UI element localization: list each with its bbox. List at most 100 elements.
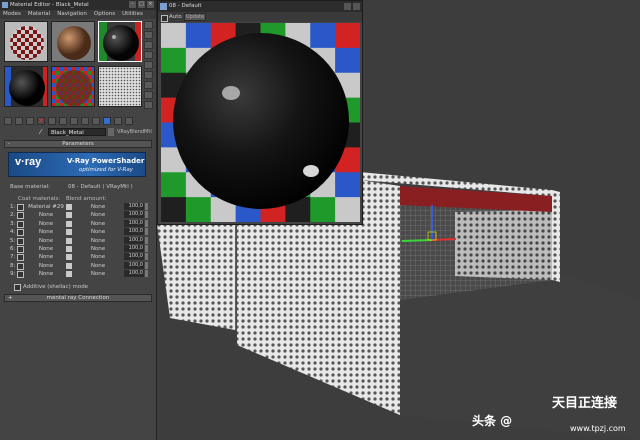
show-end-result-button[interactable] [103, 117, 111, 125]
auto-update-checkbox[interactable] [161, 15, 168, 22]
go-to-parent-button[interactable] [114, 117, 122, 125]
blend-amount-field[interactable]: 100,0 [124, 253, 144, 261]
maximize-button[interactable]: □ [138, 1, 145, 8]
blend-amount-spinner[interactable] [145, 236, 148, 244]
coat-material-button[interactable]: None [24, 262, 68, 270]
pick-material-eyedropper-icon[interactable]: ⁄ [40, 128, 46, 136]
coat-enable-checkbox[interactable] [17, 262, 24, 270]
coat-material-button[interactable]: None [24, 220, 68, 228]
blend-amount-field[interactable]: 100,0 [124, 211, 144, 219]
sample-type-button[interactable] [144, 21, 153, 29]
mental-ray-rollout-header[interactable]: + mental ray Connection [4, 294, 152, 302]
blend-amount-field[interactable]: 100,0 [124, 203, 144, 210]
blend-map-button[interactable]: None [76, 245, 120, 253]
blend-amount-spinner[interactable] [145, 228, 148, 236]
select-by-material-button[interactable] [144, 91, 153, 99]
options-button[interactable] [144, 81, 153, 89]
base-material-button[interactable]: 08 - Default ( VRayMtl ) [68, 183, 133, 191]
menu-options[interactable]: Options [94, 10, 115, 19]
material-editor-titlebar[interactable]: Material Editor - Black_Metal – □ × [0, 0, 156, 10]
blend-color-swatch[interactable] [66, 229, 72, 236]
coat-enable-checkbox[interactable] [17, 254, 24, 262]
sample-slot-2[interactable] [51, 21, 95, 62]
coat-enable-checkbox[interactable] [17, 212, 24, 220]
blend-color-swatch[interactable] [66, 271, 72, 278]
blend-amount-field[interactable]: 100,0 [124, 244, 144, 252]
reset-map-button[interactable]: ✕ [37, 117, 45, 125]
blend-amount-spinner[interactable] [145, 203, 148, 210]
blend-map-button[interactable]: None [76, 237, 120, 245]
blend-map-button[interactable]: None [76, 270, 120, 278]
copy-material-button[interactable] [48, 117, 56, 125]
blend-amount-field[interactable]: 100,0 [124, 228, 144, 236]
blend-color-swatch[interactable] [66, 245, 72, 252]
blend-color-swatch[interactable] [66, 220, 72, 227]
make-preview-button[interactable] [144, 71, 153, 79]
blend-map-button[interactable]: None [76, 228, 120, 236]
material-id-button[interactable] [81, 117, 89, 125]
sample-slot-1[interactable] [4, 21, 48, 62]
backlight-button[interactable] [144, 31, 153, 39]
preview-minimize-button[interactable] [344, 3, 351, 10]
coat-material-button[interactable]: None [24, 211, 68, 219]
preview-close-button[interactable] [353, 3, 360, 10]
sample-slot-5[interactable] [51, 65, 95, 107]
blend-map-button[interactable]: None [76, 253, 120, 261]
material-name-input[interactable]: Black_Metal [48, 128, 106, 136]
blend-color-swatch[interactable] [66, 237, 72, 244]
blend-map-button[interactable]: None [76, 220, 120, 228]
coat-material-button[interactable]: None [24, 270, 68, 278]
coat-material-button[interactable]: Material #29 [24, 203, 68, 211]
show-map-in-viewport-button[interactable] [92, 117, 100, 125]
assign-to-selection-button[interactable] [26, 117, 34, 125]
coat-enable-checkbox[interactable] [17, 229, 24, 237]
minimize-button[interactable]: – [129, 1, 136, 8]
preview-titlebar[interactable]: 08 - Default [158, 1, 362, 12]
blend-amount-spinner[interactable] [145, 244, 148, 252]
material-type-button[interactable]: VRayBlendMtl [117, 128, 152, 136]
close-button[interactable]: × [147, 1, 154, 8]
coat-material-button[interactable]: None [24, 245, 68, 253]
blend-amount-field[interactable]: 100,0 [124, 270, 144, 278]
blend-map-button[interactable]: None [76, 203, 120, 211]
coat-material-button[interactable]: None [24, 253, 68, 261]
material-navigator-button[interactable] [144, 101, 153, 109]
coat-enable-checkbox[interactable] [17, 204, 24, 211]
blend-color-swatch[interactable] [66, 254, 72, 261]
sample-slot-4[interactable] [4, 65, 48, 107]
video-check-button[interactable] [144, 61, 153, 69]
blend-amount-field[interactable]: 100,0 [124, 261, 144, 269]
blend-color-swatch[interactable] [66, 204, 72, 210]
blend-amount-spinner[interactable] [145, 270, 148, 278]
menu-navigation[interactable]: Navigation [57, 10, 87, 19]
coat-enable-checkbox[interactable] [17, 271, 24, 279]
sample-slot-3-active[interactable] [98, 21, 142, 62]
blend-amount-spinner[interactable] [145, 211, 148, 219]
additive-mode-checkbox[interactable] [14, 284, 21, 291]
coat-material-button[interactable]: None [24, 228, 68, 236]
sample-uv-button[interactable] [144, 51, 153, 59]
coat-material-button[interactable]: None [24, 237, 68, 245]
sample-slot-6[interactable] [98, 65, 142, 107]
blend-amount-field[interactable]: 100,0 [124, 236, 144, 244]
blend-amount-spinner[interactable] [145, 261, 148, 269]
menu-material[interactable]: Material [28, 10, 50, 19]
coat-enable-checkbox[interactable] [17, 237, 24, 245]
blend-amount-field[interactable]: 100,0 [124, 219, 144, 227]
parameters-rollout-header[interactable]: - Parameters [4, 140, 152, 148]
coat-enable-checkbox[interactable] [17, 220, 24, 228]
put-to-library-button[interactable] [70, 117, 78, 125]
get-material-button[interactable] [4, 117, 12, 125]
update-button[interactable]: Update [184, 13, 206, 21]
make-unique-button[interactable] [59, 117, 67, 125]
blend-amount-spinner[interactable] [145, 219, 148, 227]
blend-map-button[interactable]: None [76, 262, 120, 270]
background-button[interactable] [144, 41, 153, 49]
blend-amount-spinner[interactable] [145, 253, 148, 261]
blend-color-swatch[interactable] [66, 212, 72, 219]
coat-enable-checkbox[interactable] [17, 245, 24, 253]
material-name-dropdown[interactable] [108, 128, 114, 136]
put-to-scene-button[interactable] [15, 117, 23, 125]
go-forward-sibling-button[interactable] [125, 117, 133, 125]
menu-modes[interactable]: Modes [3, 10, 21, 19]
